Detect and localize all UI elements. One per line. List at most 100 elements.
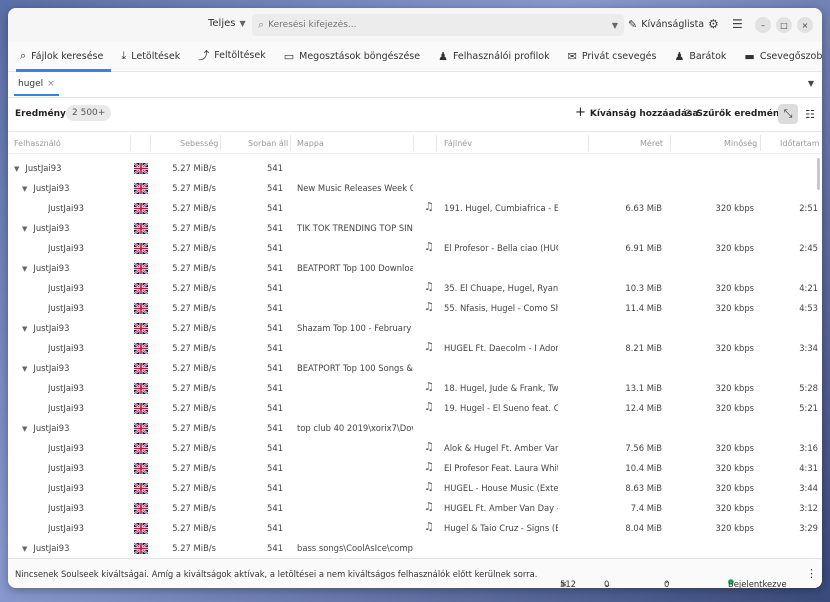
add-wish-label: Kívánság hozzáadása [589, 109, 699, 119]
scrollbar[interactable] [817, 158, 820, 190]
uk-flag-icon [134, 383, 148, 394]
more-options-icon[interactable]: ⋮ [806, 567, 817, 580]
table-row[interactable]: ▼ JustJai93 5.27 MiB/s 541 bass songs\CoolAs… [8, 538, 822, 558]
collapse-all-icon[interactable]: ⤡ [778, 104, 798, 124]
duration-cell: 3:12 [799, 503, 818, 513]
uk-flag-icon [134, 443, 148, 454]
speed-cell: 5.27 MiB/s [172, 523, 216, 533]
column-filename[interactable]: Fájlnév [444, 139, 472, 148]
size-cell: 12.4 MiB [625, 403, 662, 413]
wishlist-button[interactable]: ✎ Kívánságlista [628, 18, 704, 31]
column-duration[interactable]: Időtartam [780, 139, 820, 148]
table-row[interactable]: JustJai93 5.27 MiB/s 541 ♫ Hugel & Taio Cruz… [8, 518, 822, 538]
table-row[interactable]: JustJai93 5.27 MiB/s 541 ♫ HUGEL Ft. Amber V… [8, 498, 822, 518]
tab-0[interactable]: ⌕ Fájlok keresése [16, 49, 112, 72]
table-row[interactable]: ▼ JustJai93 5.27 MiB/s 541 BEATPORT Top 100 … [8, 258, 822, 278]
results-table[interactable]: ▼ JustJai93 5.27 MiB/s 541 ▼ JustJai93 5.27 Mi… [8, 158, 822, 558]
tab-2[interactable]: ⤴ Feltöltések [194, 47, 273, 71]
tab-label: Feltöltések [214, 49, 266, 61]
column-quality[interactable]: Minőség [724, 139, 757, 148]
expander-icon[interactable]: ▼ [22, 325, 27, 333]
add-wish-button[interactable]: + Kívánság hozzáadása [575, 105, 699, 120]
folder-cell: top club 40 2019\xorix7\Downk [297, 423, 413, 433]
tabs-menu-icon[interactable]: ▼ [808, 79, 814, 88]
username: JustJai93 [33, 423, 70, 433]
queue-cell: 541 [267, 383, 283, 393]
tab-7[interactable]: ▬ Csevegőszobák [740, 50, 822, 71]
folder-cell: bass songs\CoolAsIce\complet [297, 543, 413, 553]
history-dropdown-icon[interactable]: ▼ [612, 21, 618, 30]
column-divider [290, 135, 291, 151]
speed-cell: 5.27 MiB/s [172, 363, 216, 373]
expander-icon[interactable]: ▼ [22, 265, 27, 273]
minimize-button[interactable]: – [755, 17, 771, 33]
column-speed[interactable]: Sebesség [180, 139, 218, 148]
close-button[interactable]: × [797, 17, 813, 33]
expander-icon[interactable]: ▼ [22, 185, 27, 193]
table-row[interactable]: ▼ JustJai93 5.27 MiB/s 541 top club 40 2019\… [8, 418, 822, 438]
grouping-icon[interactable]: ☷ [800, 104, 820, 124]
uk-flag-icon [134, 483, 148, 494]
maximize-button[interactable]: □ [776, 17, 792, 33]
table-row[interactable]: JustJai93 5.27 MiB/s 541 ♫ El Profesor - Bel… [8, 238, 822, 258]
queue-cell: 541 [267, 463, 283, 473]
username: JustJai93 [33, 223, 70, 233]
search-box[interactable]: ⌕ ▼ [252, 14, 624, 36]
tab-4[interactable]: ♟ Felhasználói profilok [434, 50, 558, 71]
tab-5[interactable]: ✉ Privát csevegés [564, 50, 665, 71]
filename-cell: HUGEL - House Music (Extende [444, 483, 558, 493]
expander-icon[interactable]: ▼ [22, 545, 27, 553]
speed-cell: 5.27 MiB/s [172, 283, 216, 293]
table-row[interactable]: ▼ JustJai93 5.27 MiB/s 541 BEATPORT Top 100 … [8, 358, 822, 378]
filename-cell: El Profesor - Bella ciao (HUGEL [444, 243, 558, 253]
table-row[interactable]: JustJai93 5.27 MiB/s 541 ♫ 18. Hugel, Jude &… [8, 378, 822, 398]
speed-cell: 5.27 MiB/s [172, 203, 216, 213]
speed-cell: 5.27 MiB/s [172, 163, 216, 173]
column-divider [413, 135, 414, 151]
search-input[interactable] [268, 20, 612, 30]
speed-cell: 5.27 MiB/s [172, 503, 216, 513]
duration-cell: 3:34 [799, 343, 818, 353]
username: JustJai93 [48, 523, 85, 533]
table-row[interactable]: JustJai93 5.27 MiB/s 541 ♫ HUGEL - House Mus… [8, 478, 822, 498]
expander-icon[interactable]: ▼ [22, 365, 27, 373]
expander-icon[interactable]: ▼ [14, 165, 19, 173]
queue-cell: 541 [267, 183, 283, 193]
gear-icon[interactable]: ⚙ [708, 17, 719, 31]
table-row[interactable]: ▼ JustJai93 5.27 MiB/s 541 New Music Release… [8, 178, 822, 198]
tab-3[interactable]: ▭ Megosztások böngészése [280, 50, 428, 71]
search-tab-hugel[interactable]: hugel × [14, 79, 59, 96]
table-row[interactable]: ▼ JustJai93 5.27 MiB/s 541 Shazam Top 100 - … [8, 318, 822, 338]
folder-cell: TIK TOK TRENDING TOP SINGLE [297, 223, 413, 233]
tab-6[interactable]: ♟ Barátok [670, 50, 734, 71]
speed-cell: 5.27 MiB/s [172, 463, 216, 473]
friends-icon: ♟ [674, 50, 685, 63]
tab-1[interactable]: ⤓ Letöltések [117, 49, 188, 71]
search-tabs-bar: hugel × ▼ [8, 72, 822, 98]
app-window: Teljes ▼ ⌕ ▼ ✎ Kívánságlista ⚙ ☰ – □ × ⌕… [8, 8, 822, 588]
table-row[interactable]: ▼ JustJai93 5.27 MiB/s 541 TIK TOK TRENDING … [8, 218, 822, 238]
column-folder[interactable]: Mappa [297, 139, 324, 148]
table-row[interactable]: JustJai93 5.27 MiB/s 541 ♫ 191. Hugel, Cumbi… [8, 198, 822, 218]
size-cell: 10.4 MiB [625, 463, 662, 473]
filename-cell: 18. Hugel, Jude & Frank, Twola [444, 383, 558, 393]
hamburger-menu-icon[interactable]: ☰ [732, 17, 743, 31]
column-size[interactable]: Méret [640, 139, 663, 148]
table-row[interactable]: ▼ JustJai93 5.27 MiB/s 541 [8, 158, 822, 178]
table-row[interactable]: JustJai93 5.27 MiB/s 541 ♫ HUGEL Ft. Daecolm… [8, 338, 822, 358]
filename-cell: 19. Hugel - El Sueno feat. Cumt [444, 403, 558, 413]
table-row[interactable]: JustJai93 5.27 MiB/s 541 ♫ 55. Nfasis, Hugel… [8, 298, 822, 318]
column-queue[interactable]: Sorban áll [248, 139, 288, 148]
table-row[interactable]: JustJai93 5.27 MiB/s 541 ♫ El Profesor Feat.… [8, 458, 822, 478]
expander-icon[interactable]: ▼ [22, 425, 27, 433]
filename-cell: Alok & Hugel Ft. Amber Van Da [444, 443, 558, 453]
search-mode-selector[interactable]: Teljes ▼ [208, 18, 246, 29]
expander-icon[interactable]: ▼ [22, 225, 27, 233]
close-tab-icon[interactable]: × [47, 79, 55, 89]
table-row[interactable]: JustJai93 5.27 MiB/s 541 ♫ 35. El Chuape, Hu… [8, 278, 822, 298]
table-row[interactable]: JustJai93 5.27 MiB/s 541 ♫ Alok & Hugel Ft. … [8, 438, 822, 458]
filter-results-button[interactable]: ⊘ Szűrők eredménye [684, 108, 791, 119]
table-row[interactable]: JustJai93 5.27 MiB/s 541 ♫ 19. Hugel - El Su… [8, 398, 822, 418]
column-user[interactable]: Felhasználó [14, 139, 61, 148]
uk-flag-icon [134, 203, 148, 214]
